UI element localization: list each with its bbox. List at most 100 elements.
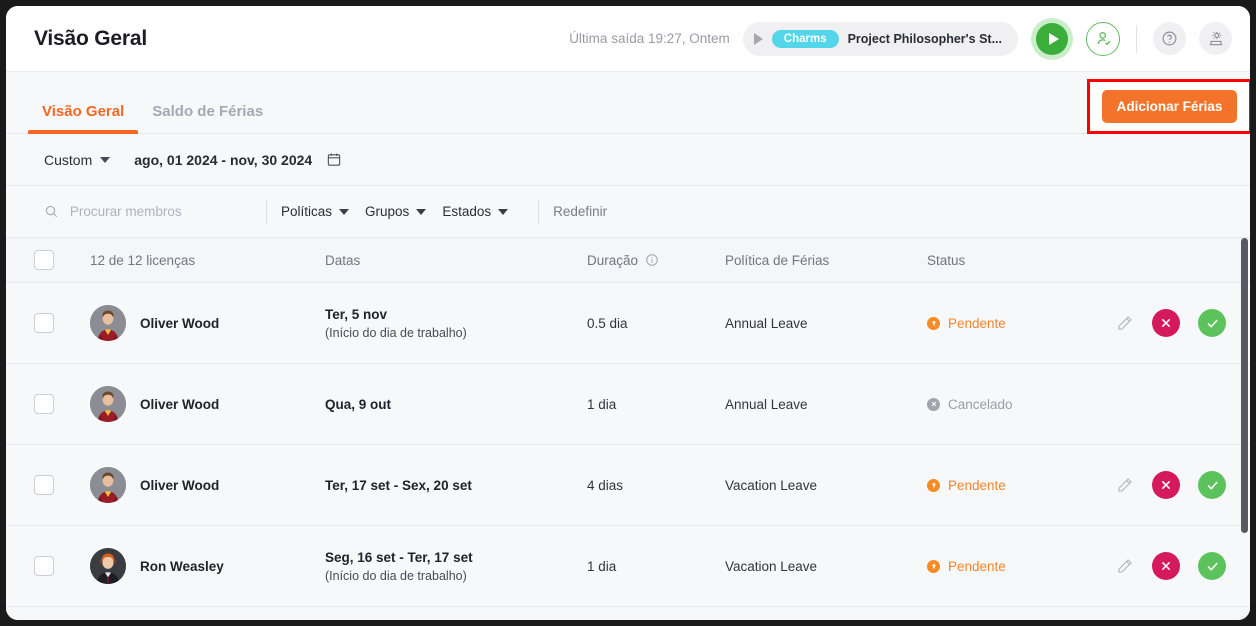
header-policy: Política de Férias: [725, 252, 830, 268]
select-all-checkbox[interactable]: [34, 250, 54, 270]
dates-sub: (Início do dia de trabalho): [325, 568, 467, 583]
dates-main: Ter, 5 nov: [325, 306, 388, 322]
date-preset-label: Custom: [44, 151, 93, 168]
approve-button[interactable]: [1198, 552, 1226, 580]
avatar-image: [90, 548, 126, 584]
row-checkbox[interactable]: [34, 556, 54, 576]
table-scrollbar[interactable]: [1241, 238, 1248, 533]
status-cell: Pendente: [927, 316, 1115, 331]
member-cell: Ron Weasley: [90, 548, 325, 584]
start-timer-button[interactable]: [1031, 17, 1073, 60]
active-task-pill[interactable]: Charms Project Philosopher's St...: [742, 21, 1018, 56]
play-small-icon[interactable]: [753, 32, 763, 45]
add-vacation-button[interactable]: Adicionar Férias: [1101, 90, 1238, 123]
filter-divider-right: [538, 198, 540, 225]
edit-button[interactable]: [1115, 476, 1134, 495]
status-label: Pendente: [948, 315, 1006, 331]
task-name-label: Project Philosopher's St...: [847, 31, 1002, 46]
table-row[interactable]: Oliver Wood Ter, 17 set - Sex, 20 set 4 …: [6, 445, 1250, 526]
user-check-icon: [1097, 31, 1110, 46]
app-window: Visão Geral Última saída 19:27, Ontem Ch…: [6, 6, 1250, 620]
status-label: Cancelado: [948, 396, 1013, 412]
pending-icon: [927, 559, 940, 573]
check-circle-icon: [1207, 481, 1217, 490]
calendar-icon[interactable]: [326, 151, 342, 168]
dates-cell: Ter, 17 set - Sex, 20 set: [325, 478, 587, 493]
pencil-icon: [1118, 315, 1132, 330]
table-row[interactable]: Oliver Wood Ter, 5 nov (Início do dia de…: [6, 283, 1250, 364]
filter-politicas[interactable]: Políticas: [281, 204, 350, 219]
edit-button[interactable]: [1115, 557, 1134, 576]
member-cell: Oliver Wood: [90, 305, 325, 341]
oliver-wood-avatar: [90, 467, 126, 503]
row-select-cell: [34, 475, 90, 495]
table-row[interactable]: Ron Weasley Seg, 16 set - Ter, 17 set (I…: [6, 526, 1250, 607]
help-circle-icon: [1162, 31, 1177, 46]
row-actions: [1115, 552, 1250, 580]
status-cell: Pendente: [927, 559, 1115, 574]
filter-politicas-label: Políticas: [281, 204, 333, 219]
status-badge: Pendente: [927, 478, 1115, 493]
reject-button[interactable]: [1152, 471, 1180, 499]
chevron-down-icon: [498, 208, 509, 215]
pending-icon: [927, 316, 940, 330]
search-container[interactable]: [44, 203, 252, 220]
date-range-picker[interactable]: ago, 01 2024 - nov, 30 2024: [134, 151, 342, 168]
settings-icon: [1209, 31, 1222, 45]
tab-visao-geral[interactable]: Visão Geral: [28, 103, 139, 134]
x-circle-icon: [1162, 319, 1170, 327]
pending-icon: [927, 478, 940, 492]
settings-button[interactable]: [1199, 22, 1232, 55]
edit-button[interactable]: [1115, 314, 1134, 333]
reject-button[interactable]: [1152, 552, 1180, 580]
policy-cell: Annual Leave: [725, 396, 808, 412]
ron-weasley-avatar: [90, 548, 126, 584]
user-check-button[interactable]: [1086, 21, 1120, 56]
page-title: Visão Geral: [34, 26, 147, 50]
dates-main: Qua, 9 out: [325, 396, 392, 412]
reject-button[interactable]: [1152, 309, 1180, 337]
status-cell: Cancelado: [927, 397, 1115, 412]
dates-cell: Seg, 16 set - Ter, 17 set (Início do dia…: [325, 550, 587, 583]
date-preset-dropdown[interactable]: Custom: [44, 151, 111, 168]
info-icon[interactable]: [645, 253, 659, 267]
table-row[interactable]: Oliver Wood Qua, 9 out 1 dia Annual Leav…: [6, 364, 1250, 445]
row-checkbox[interactable]: [34, 394, 54, 414]
x-circle-icon: [1162, 562, 1170, 570]
approve-button[interactable]: [1198, 309, 1226, 337]
reset-filters-link[interactable]: Redefinir: [553, 204, 607, 219]
task-project-badge: Charms: [771, 29, 839, 48]
member-cell: Oliver Wood: [90, 467, 325, 503]
table-header-row: 12 de 12 licenças Datas Duração Política…: [6, 238, 1250, 283]
oliver-wood-avatar: [90, 305, 126, 341]
approve-button[interactable]: [1198, 471, 1226, 499]
row-select-cell: [34, 556, 90, 576]
member-name: Oliver Wood: [140, 315, 220, 331]
tab-saldo-de-ferias[interactable]: Saldo de Férias: [138, 103, 277, 133]
status-badge: Pendente: [927, 559, 1115, 574]
avatar-image: [90, 305, 126, 341]
status-badge: Cancelado: [927, 397, 1115, 412]
date-range-bar: Custom ago, 01 2024 - nov, 30 2024: [6, 134, 1250, 186]
row-checkbox[interactable]: [34, 313, 54, 333]
chevron-down-icon: [339, 208, 350, 215]
dates-main: Ter, 17 set - Sex, 20 set: [325, 477, 472, 493]
status-label: Pendente: [948, 558, 1006, 574]
app-header: Visão Geral Última saída 19:27, Ontem Ch…: [6, 6, 1250, 72]
pencil-icon: [1118, 558, 1132, 573]
dates-cell: Ter, 5 nov (Início do dia de trabalho): [325, 307, 587, 340]
row-checkbox[interactable]: [34, 475, 54, 495]
header-status: Status: [927, 252, 966, 268]
search-input[interactable]: [69, 204, 252, 219]
date-range-label: ago, 01 2024 - nov, 30 2024: [134, 151, 313, 168]
policy-cell: Vacation Leave: [725, 477, 818, 493]
help-button[interactable]: [1153, 22, 1186, 55]
header-dates: Datas: [325, 252, 361, 268]
header-right-controls: Última saída 19:27, Ontem Charms Project…: [569, 17, 1232, 60]
status-label: Pendente: [948, 477, 1006, 493]
x-circle-icon: [1162, 481, 1170, 489]
filter-estados-label: Estados: [442, 204, 492, 219]
filter-estados[interactable]: Estados: [442, 204, 509, 219]
member-cell: Oliver Wood: [90, 386, 325, 422]
filter-grupos[interactable]: Grupos: [365, 204, 427, 219]
